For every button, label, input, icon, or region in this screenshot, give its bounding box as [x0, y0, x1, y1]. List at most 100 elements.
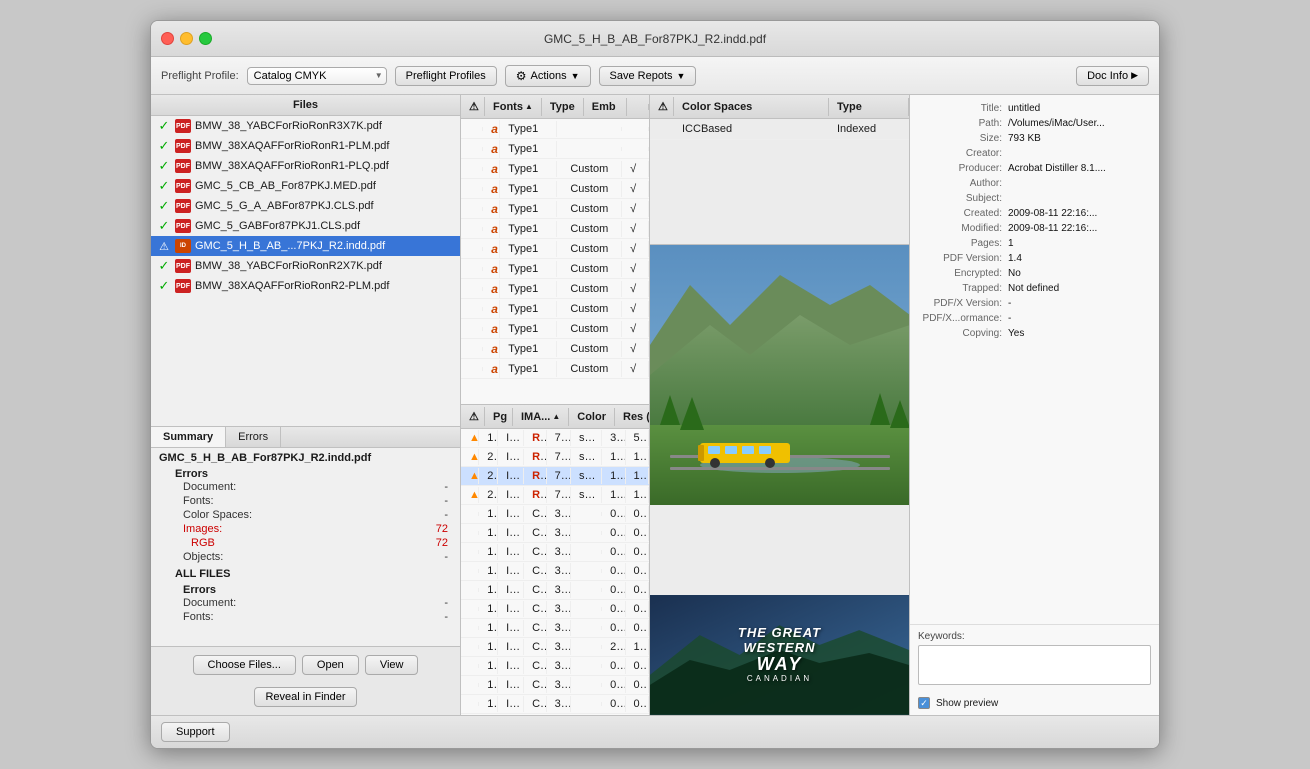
status-ok-icon: ✓: [157, 199, 171, 213]
preflight-profile-select[interactable]: Catalog CMYK: [247, 67, 387, 85]
errors-tab[interactable]: Errors: [226, 427, 281, 447]
open-button[interactable]: Open: [302, 655, 359, 675]
font-row[interactable]: a ArialNarrowMT-Bold Type1 Custom √: [461, 159, 649, 179]
file-item[interactable]: ✓ PDF GMC_5_G_A_ABFor87PKJ.CLS.pdf: [151, 196, 460, 216]
font-row[interactable]: a AvantGarde-Demi Type1 Custom √: [461, 339, 649, 359]
img-res: 300: [547, 544, 571, 560]
font-emb: Custom: [557, 221, 622, 237]
img-pg: 1: [479, 525, 498, 541]
file-item[interactable]: ✓ PDF GMC_5_CB_AB_For87PKJ.MED.pdf: [151, 176, 460, 196]
image-row[interactable]: 1 Im16 CMYK 300 0.50 0.34: [461, 562, 649, 581]
img-res: 300: [547, 582, 571, 598]
file-item[interactable]: ✓ PDF GMC_5_GABFor87PKJ1.CLS.pdf: [151, 216, 460, 236]
status-ok-icon: ✓: [157, 259, 171, 273]
font-row[interactable]: a DIN-Bold Type1 Custom √: [461, 319, 649, 339]
font-row[interactable]: a DIN-Medium Type1 Custom √: [461, 179, 649, 199]
img-color: CMYK: [524, 696, 547, 712]
font-warn: [461, 187, 483, 191]
image-row[interactable]: 1 Im23 CMYK 300 0.98 0.34: [461, 714, 649, 715]
font-row[interactable]: a ArialNarrowMT Type1: [461, 119, 649, 139]
font-name: a ArialMT-Black: [483, 240, 500, 258]
image-row[interactable]: 1 Im21 CMYK 300 0.98 0.25: [461, 676, 649, 695]
img-res: 300: [547, 639, 571, 655]
file-item[interactable]: ✓ PDF BMW_38_YABCForRioRonR2X7K.pdf: [151, 256, 460, 276]
font-row[interactable]: a AvantGarde-Bold Type1 Custom √: [461, 299, 649, 319]
image-row[interactable]: 1 Im14 CMYK 300 0.98 0.25: [461, 524, 649, 543]
font-row[interactable]: a AvantGarde-Book Type1 Custom √: [461, 199, 649, 219]
image-row[interactable]: 1 Im20 CMYK 300 0.98 0.25: [461, 657, 649, 676]
choose-files-button[interactable]: Choose Files...: [193, 655, 296, 675]
image-row[interactable]: 1 Im15 CMYK 300 0.98 0.34: [461, 543, 649, 562]
cs-warn: [650, 127, 674, 131]
img-height: 0.25: [626, 506, 649, 522]
actions-button[interactable]: ⚙ Actions ▼: [505, 65, 591, 87]
img-height: 0.25: [626, 658, 649, 674]
img-res: 300: [547, 677, 571, 693]
preflight-profiles-button[interactable]: Preflight Profiles: [395, 66, 497, 86]
info-size-row: Size: 793 KB: [910, 131, 1159, 146]
keywords-box: [918, 645, 1151, 685]
image-row[interactable]: 1 Im13 CMYK 300 0.98 0.25: [461, 505, 649, 524]
image-row-selected[interactable]: ▲ 2 Im1 RGB 73 sRGB IEC6196... 1.25 1.52: [461, 467, 649, 486]
doc-info-button[interactable]: Doc Info ▶: [1076, 66, 1149, 86]
view-button[interactable]: View: [365, 655, 419, 675]
file-item-selected[interactable]: ⚠ ID GMC_5_H_B_AB_...7PKJ_R2.indd.pdf: [151, 236, 460, 256]
images-pg-header: Pg: [485, 408, 513, 426]
font-row[interactable]: a Helvetica Type1: [461, 139, 649, 159]
image-row[interactable]: 1 Im22 CMYK 300 0.98 0.25: [461, 695, 649, 714]
cs-row[interactable]: ICCBased Indexed: [650, 119, 909, 140]
font-name: a AvantGarde-Bold: [483, 300, 500, 318]
image-row[interactable]: ▲ 2 Im0 RGB 73 sRGB IEC6196... 1.27 1.45: [461, 448, 649, 467]
middle-panel: ⚠ Fonts ▲ Type Emb a ArialNarrowMT Type1: [461, 95, 649, 715]
pdf-icon: PDF: [175, 139, 191, 153]
font-row[interactable]: a ArialMT-Black Type1 Custom √: [461, 239, 649, 259]
summary-header: Summary Errors: [151, 427, 460, 448]
save-reports-button[interactable]: Save Repots ▼: [599, 66, 697, 86]
pdf-icon: PDF: [175, 159, 191, 173]
show-preview-checkbox[interactable]: ✓: [918, 697, 930, 709]
warning-icon: ▲: [469, 432, 479, 444]
maximize-button[interactable]: [199, 32, 212, 45]
image-row[interactable]: 1 Im18 CMYK 300 0.50 0.34: [461, 600, 649, 619]
img-res: 73: [547, 487, 571, 503]
img-warn: [461, 645, 479, 649]
cs-warn-header: ⚠: [650, 97, 674, 116]
img-ima: Im1: [498, 468, 524, 484]
image-row[interactable]: 1 Im19 CMYK 300 0.98 0.34: [461, 619, 649, 638]
image-row[interactable]: ▲ 2 Im2 RGB 73 sRGB IEC6196... 1.27 1.42: [461, 486, 649, 505]
support-button[interactable]: Support: [161, 722, 230, 742]
font-emb: Custom: [557, 161, 622, 177]
font-check: √: [622, 341, 649, 357]
file-item[interactable]: ✓ PDF BMW_38_YABCForRioRonR3X7K.pdf: [151, 116, 460, 136]
img-warn: [461, 588, 479, 592]
file-item[interactable]: ✓ PDF BMW_38XAQAFForRioRonR1-PLQ.pdf: [151, 156, 460, 176]
font-a-icon: a: [491, 222, 498, 236]
file-item[interactable]: ✓ PDF BMW_38XAQAFForRioRonR1-PLM.pdf: [151, 136, 460, 156]
image-row[interactable]: ▲ 1 Im0 RGB 72 sRGB IEC6196... 3.44 5.11: [461, 429, 649, 448]
left-panel: Files ✓ PDF BMW_38_YABCForRioRonR3X7K.pd…: [151, 95, 461, 715]
cs-name: ICCBased: [674, 121, 829, 137]
img-width: 0.98: [602, 677, 625, 693]
fonts-emb-col-header: Emb: [584, 98, 627, 116]
font-check: √: [622, 301, 649, 317]
font-type: Type1: [500, 321, 557, 337]
font-emb: Custom: [557, 201, 622, 217]
colorspaces-section: ⚠ Color Spaces Type ICCBased Indexed: [650, 95, 909, 245]
font-a-icon: a: [491, 242, 498, 256]
image-row[interactable]: 1 Im2 CMYK 300 2.42 1.38: [461, 638, 649, 657]
font-row[interactable]: a ArialMT Type1 Custom √: [461, 359, 649, 379]
close-button[interactable]: [161, 32, 174, 45]
minimize-button[interactable]: [180, 32, 193, 45]
font-row[interactable]: a ArialMT-Bold Type1 Custom √: [461, 279, 649, 299]
summary-tab[interactable]: Summary: [151, 427, 226, 447]
file-item[interactable]: ✓ PDF BMW_38XAQAFForRioRonR2-PLM.pdf: [151, 276, 460, 296]
img-warn: [461, 626, 479, 630]
status-ok-icon: ✓: [157, 219, 171, 233]
preview-area: [650, 245, 909, 595]
font-row[interactable]: a DIN-BoldItalic Type1 Custom √: [461, 219, 649, 239]
img-icc: [571, 645, 602, 649]
image-row[interactable]: 1 Im17 CMYK 300 0.42 0.67: [461, 581, 649, 600]
reveal-in-finder-button[interactable]: Reveal in Finder: [254, 687, 356, 707]
img-height: 0.34: [626, 544, 649, 560]
font-row[interactable]: a DIN-Regular Type1 Custom √: [461, 259, 649, 279]
